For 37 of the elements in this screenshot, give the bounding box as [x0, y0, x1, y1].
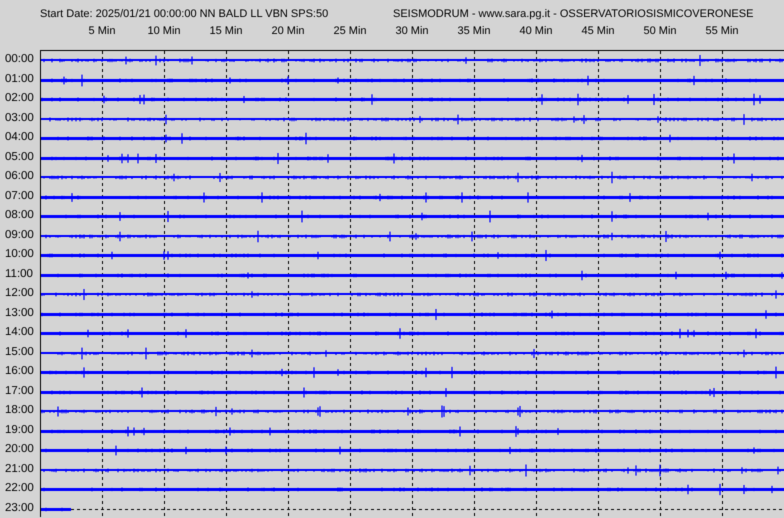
hour-label: 01:00: [4, 72, 35, 87]
hour-label: 15:00: [4, 344, 35, 360]
hour-label: 00:00: [4, 52, 35, 67]
minute-label: 55 Min: [704, 24, 740, 38]
minute-label: 30 Min: [394, 24, 430, 38]
minute-label: 45 Min: [580, 24, 616, 38]
hour-label: 06:00: [4, 169, 35, 184]
station-info: Start Date: 2025/01/21 00:00:00 NN BALD LL VBN SPS:50: [40, 7, 330, 21]
minute-label: 25 Min: [332, 24, 368, 38]
minute-label: 5 Min: [88, 24, 116, 38]
hour-label: 10:00: [4, 247, 35, 262]
hour-label: 13:00: [4, 306, 35, 321]
hour-label: 07:00: [4, 188, 35, 204]
hour-label: 12:00: [4, 286, 35, 302]
minute-label: 50 Min: [642, 24, 678, 38]
minute-label: 40 Min: [518, 24, 554, 38]
hour-label: 23:00: [4, 500, 35, 516]
hour-label: 04:00: [4, 130, 35, 146]
hour-label: 03:00: [4, 110, 35, 126]
minute-label: 10 Min: [146, 24, 182, 38]
hour-label: 14:00: [4, 325, 35, 340]
minute-label: 15 Min: [208, 24, 244, 38]
hour-label: 11:00: [4, 266, 34, 282]
source-title: SEISMODRUM - www.sara.pg.it - OSSERVATORIOSISMICOVERONESE: [393, 7, 754, 21]
hour-label: 19:00: [4, 422, 35, 438]
hour-label: 09:00: [4, 228, 35, 243]
hour-label: 21:00: [4, 462, 35, 477]
minute-label: 20 Min: [270, 24, 306, 38]
minute-label: 35 Min: [456, 24, 492, 38]
hour-label: 16:00: [4, 364, 35, 380]
hour-label: 02:00: [4, 91, 35, 106]
hour-label: 05:00: [4, 150, 35, 165]
hour-label: 08:00: [4, 208, 35, 224]
hour-label: 17:00: [4, 384, 35, 399]
hour-label: 18:00: [4, 403, 35, 418]
hour-label: 20:00: [4, 442, 35, 458]
hour-label: 22:00: [4, 481, 35, 496]
